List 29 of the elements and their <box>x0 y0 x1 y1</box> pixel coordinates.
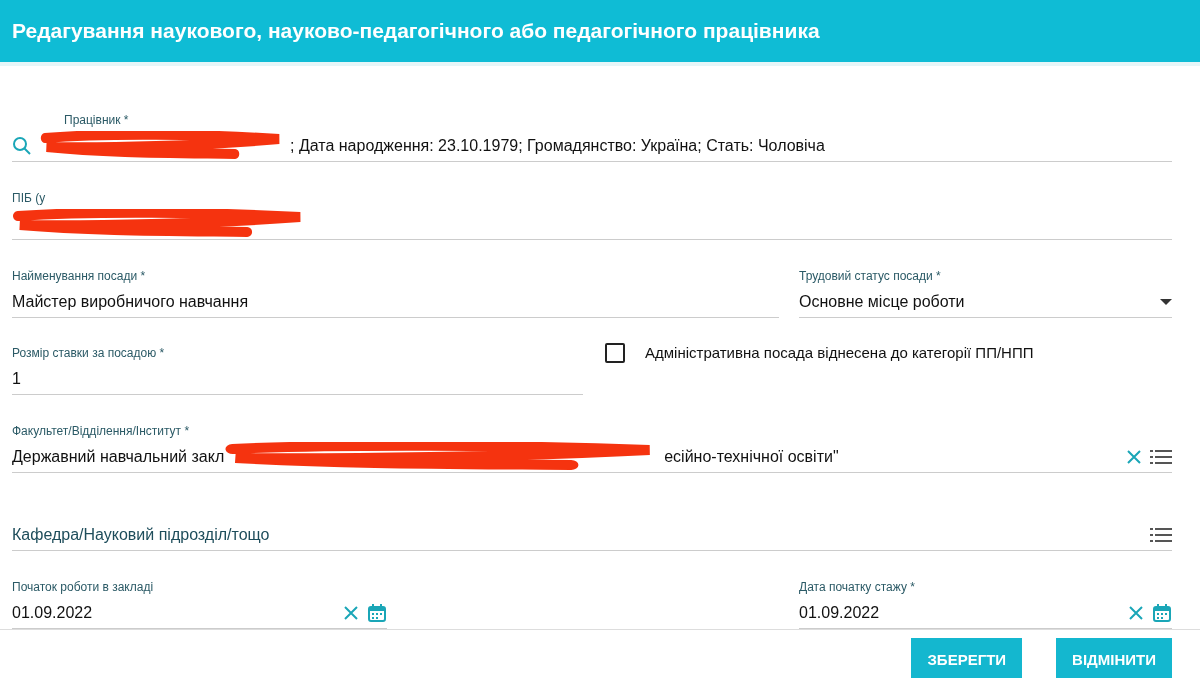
field-label: Найменування посади * <box>12 268 147 283</box>
input-field[interactable]: Державний навчальний закл есійно-технічної освіти" <box>12 442 1172 474</box>
clear-icon[interactable] <box>1126 449 1142 466</box>
input-field[interactable]: Кафедра/Науковий підрозділ/тощо <box>12 520 1172 552</box>
input-field[interactable]: ; Дата народження: 23.10.1979; Громадянство: Україна; Стать: Чоловіча <box>12 130 1172 162</box>
field-label: Початок роботи в закладі <box>12 580 155 594</box>
input-field[interactable]: 1 <box>12 364 583 396</box>
clear-icon[interactable] <box>343 605 359 621</box>
calendar-icon[interactable] <box>367 603 387 623</box>
input-field[interactable]: Майстер виробничого навчання <box>12 286 779 318</box>
list-icon[interactable] <box>1150 448 1172 467</box>
field-label: Працівник * <box>64 112 130 127</box>
checkbox-label: Адміністративна посада віднесена до категорії ПП/НПП <box>645 344 1034 361</box>
input-field[interactable]: 01.09.2022 <box>12 598 387 629</box>
field-label: Дата початку стажу * <box>799 580 916 594</box>
search-icon[interactable] <box>12 135 32 156</box>
input-field[interactable] <box>12 208 1172 240</box>
input-field[interactable]: 01.09.2022 <box>799 598 1172 629</box>
checkbox[interactable] <box>605 342 625 363</box>
calendar-icon[interactable] <box>1152 603 1172 623</box>
field-label: Трудовий статус посади * <box>799 268 942 283</box>
field-label: Факультет/Відділення/Інститут * <box>12 424 191 439</box>
input-field[interactable]: Основне місце роботи <box>799 286 1172 318</box>
clear-icon[interactable] <box>1128 605 1144 621</box>
list-icon[interactable] <box>1150 526 1172 545</box>
field-label: Розмір ставки за посадою * <box>12 346 166 361</box>
field-label: ПІБ (у <box>12 190 47 205</box>
dropdown-caret-icon[interactable] <box>1160 297 1172 306</box>
window-title: Редагування наукового, науково-педагогічного або педагогічного працівника <box>12 19 820 43</box>
